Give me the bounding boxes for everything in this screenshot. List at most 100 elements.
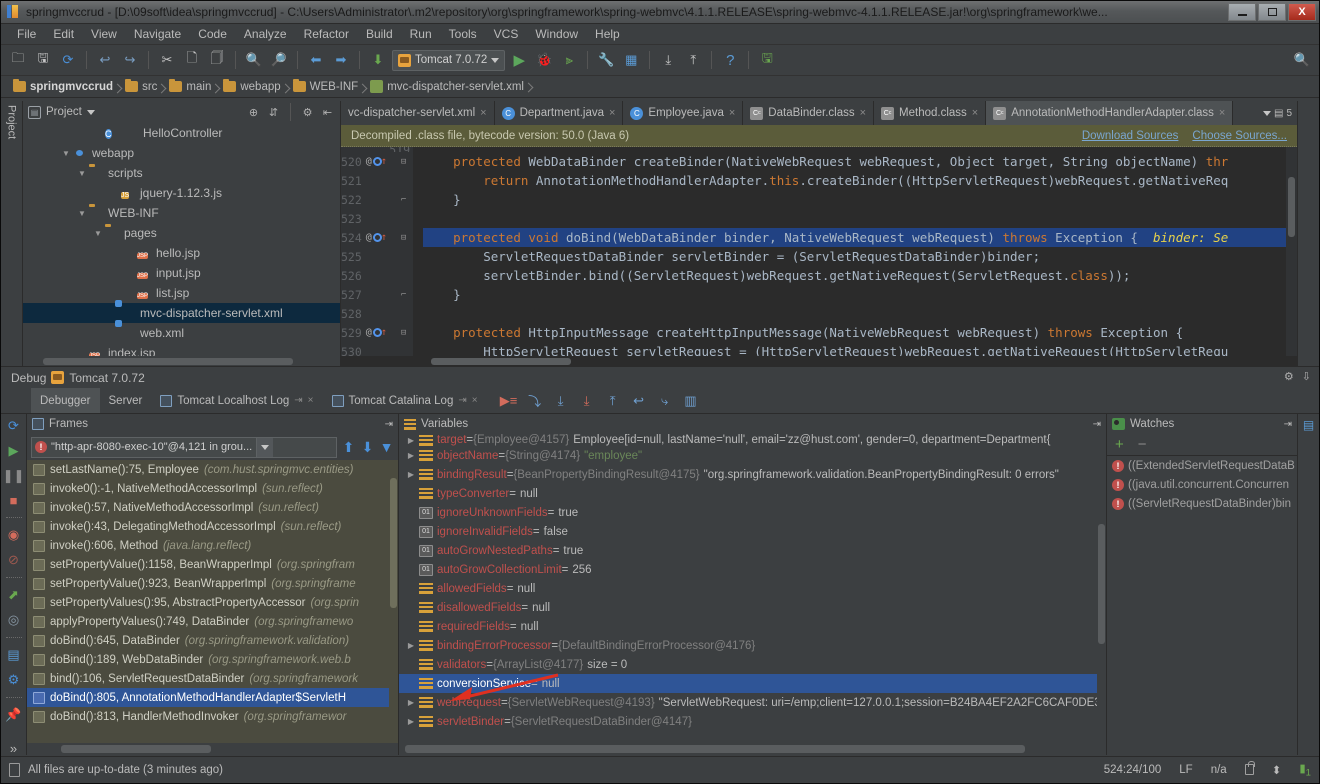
hide-icon[interactable]: ⇥ [1284, 419, 1292, 430]
run-icon[interactable]: ▶ [508, 49, 530, 71]
frame-item[interactable]: bind():106, ServletRequestDataBinder (org… [27, 669, 398, 688]
show-execution-point-icon[interactable]: ▶≡ [499, 391, 519, 411]
menu-window[interactable]: Window [527, 25, 586, 43]
code-editor[interactable]: 519520@↑⊟521522⌐523524@↑⊟525526527⌐52852… [341, 147, 1297, 356]
pin-icon[interactable]: ⇥ [458, 395, 466, 406]
hide-icon[interactable]: ⇥ [1093, 419, 1101, 430]
tree-expander-icon[interactable]: ▼ [59, 149, 73, 158]
frame-item[interactable]: invoke0():-1, NativeMethodAccessorImpl (s… [27, 479, 398, 498]
menu-navigate[interactable]: Navigate [126, 25, 189, 43]
tree-expander-icon[interactable]: ▶ [403, 717, 419, 726]
memory-icon[interactable]: ⬍ [1272, 763, 1282, 777]
coverage-icon[interactable]: ⫸ [558, 49, 580, 71]
debug-tab[interactable]: Tomcat Catalina Log ⇥ × [323, 388, 487, 413]
hide-icon[interactable]: ⇥ [385, 419, 393, 430]
settings-icon[interactable]: ▤ [1303, 418, 1314, 432]
project-tree-item[interactable]: JSP hello.jsp [23, 243, 340, 263]
variable-row[interactable]: ▶ servletBinder = {ServletRequestDataBind… [399, 712, 1106, 731]
frame-item[interactable]: doBind():805, AnnotationMethodHandlerAda… [27, 688, 398, 707]
variable-row[interactable]: 01 autoGrowCollectionLimit = 256 [399, 560, 1106, 579]
variable-row[interactable]: ▶ objectName = {String@4174} "employee" [399, 446, 1106, 465]
event-log-icon[interactable]: ▮1 [1299, 761, 1311, 778]
frame-item[interactable]: doBind():189, WebDataBinder (org.springfr… [27, 650, 398, 669]
thread-selector[interactable]: ! "http-apr-8080-exec-10"@4,121 in grou.… [31, 436, 337, 458]
editor-vscrollbar[interactable] [1286, 147, 1297, 356]
filter-icon[interactable]: ▼ [379, 439, 394, 455]
fold-marker-icon[interactable]: ⊟ [397, 328, 410, 338]
layout-icon[interactable]: ▤ [4, 647, 24, 663]
forward-icon[interactable]: ➡ [330, 49, 352, 71]
mute-breakpoints-icon[interactable]: ⊘ [4, 552, 24, 568]
close-icon[interactable]: × [472, 395, 478, 406]
menu-build[interactable]: Build [358, 25, 401, 43]
compile-icon[interactable]: ⬇ [367, 49, 389, 71]
debug-tab[interactable]: Debugger [31, 388, 100, 413]
close-icon[interactable]: × [729, 107, 735, 119]
project-tree-item[interactable]: ▼ webapp [23, 143, 340, 163]
override-marker-icon[interactable]: @ [366, 156, 372, 167]
frames-list[interactable]: setLastName():75, Employee (com.hust.spri… [27, 460, 398, 743]
variable-row[interactable]: validators = {ArrayList@4177} size = 0 [399, 655, 1106, 674]
commit-icon[interactable]: ⤒ [682, 49, 704, 71]
frame-item[interactable]: setPropertyValue():1158, BeanWrapperImpl… [27, 555, 398, 574]
variable-row[interactable]: 01 ignoreInvalidFields = false [399, 522, 1106, 541]
caret-position[interactable]: 524:24/100 [1104, 764, 1162, 776]
editor-tab[interactable]: C Department.java × [495, 101, 624, 125]
tree-expander-icon[interactable]: ▶ [403, 641, 419, 650]
frame-item[interactable]: setPropertyValue():923, BeanWrapperImpl (… [27, 574, 398, 593]
pin-icon[interactable]: 📌 [4, 707, 24, 723]
chevron-down-icon[interactable] [86, 109, 95, 115]
variable-row[interactable]: requiredFields = null [399, 617, 1106, 636]
frame-item[interactable]: setLastName():75, Employee (com.hust.spri… [27, 460, 398, 479]
undo-icon[interactable]: ↩ [94, 49, 116, 71]
project-tree-item[interactable]: mvc-dispatcher-servlet.xml [23, 303, 340, 323]
paste-icon[interactable]: 🗍 [206, 49, 228, 71]
code-line[interactable]: } [423, 190, 1297, 209]
watch-item[interactable]: ! ((ServletRequestDataBinder)bin [1107, 494, 1297, 513]
breadcrumb-item-webapp[interactable]: webapp [219, 79, 288, 93]
variable-row[interactable]: ▶ bindingErrorProcessor = {DefaultBinding… [399, 636, 1106, 655]
line-separator[interactable]: LF [1179, 764, 1192, 776]
close-icon[interactable]: × [308, 395, 314, 406]
project-hscrollbar[interactable] [23, 356, 340, 366]
menu-code[interactable]: Code [190, 25, 235, 43]
menu-edit[interactable]: Edit [45, 25, 82, 43]
add-watch-button[interactable]: + [1115, 436, 1124, 453]
close-button[interactable]: X [1288, 3, 1316, 21]
project-tree-item[interactable]: JSP index.jsp [23, 343, 340, 356]
code-line[interactable]: protected void doBind(WebDataBinder bind… [423, 228, 1297, 247]
variable-row[interactable]: disallowedFields = null [399, 598, 1106, 617]
back-icon[interactable]: ⬅ [305, 49, 327, 71]
tree-expander-icon[interactable]: ▶ [403, 451, 419, 460]
step-over-icon[interactable]: ⤵ [525, 391, 545, 411]
code-line[interactable]: return AnnotationMethodHandlerAdapter.th… [423, 171, 1297, 190]
editor-tab[interactable]: vc-dispatcher-servlet.xml × [341, 101, 495, 125]
line-number-gutter[interactable]: 519520@↑⊟521522⌐523524@↑⊟525526527⌐52852… [341, 147, 413, 356]
save-all-icon[interactable]: 🖫 [32, 49, 54, 71]
watches-list[interactable]: ! ((ExtendedServletRequestDataB! ((java.ut… [1107, 456, 1297, 755]
variable-row[interactable]: 01 autoGrowNestedPaths = true [399, 541, 1106, 560]
replace-icon[interactable]: 🔎 [268, 49, 290, 71]
hide-icon[interactable]: ⇤ [320, 105, 335, 120]
search-everywhere-icon[interactable]: 🔍 [1291, 49, 1313, 71]
menu-view[interactable]: View [83, 25, 125, 43]
hide-icon[interactable]: ⇩ [1302, 370, 1311, 383]
code-line[interactable]: protected WebDataBinder createBinder(Nat… [423, 152, 1297, 171]
project-tree[interactable]: C HelloController ▼ webapp ▼ scripts JS jquery-… [23, 123, 340, 356]
frame-down-icon[interactable]: ⬇ [360, 439, 375, 455]
tree-expander-icon[interactable]: ▶ [403, 436, 419, 445]
find-icon[interactable]: 🔍 [243, 49, 265, 71]
project-tree-item[interactable]: web.xml [23, 323, 340, 343]
variable-row[interactable]: ▶ webRequest = {ServletWebRequest@4193} "S… [399, 693, 1106, 712]
stop-icon[interactable]: ■ [4, 493, 24, 508]
tree-expander-icon[interactable]: ▼ [75, 209, 89, 218]
close-icon[interactable]: × [609, 107, 615, 119]
step-into-icon[interactable]: ⤓ [551, 391, 571, 411]
code-text[interactable]: protected WebDataBinder createBinder(Nat… [413, 147, 1297, 356]
fold-marker-icon[interactable]: ⌐ [397, 290, 410, 300]
lock-icon[interactable] [1244, 761, 1255, 776]
cut-icon[interactable]: ✂ [156, 49, 178, 71]
variables-list[interactable]: ▶ target = {Employee@4157} Employee[id=nul… [399, 434, 1106, 743]
editor-tab[interactable]: Cc AnnotationMethodHandlerAdapter.class × [986, 101, 1234, 125]
variable-row[interactable]: ▶ bindingResult = {BeanPropertyBindingRes… [399, 465, 1106, 484]
